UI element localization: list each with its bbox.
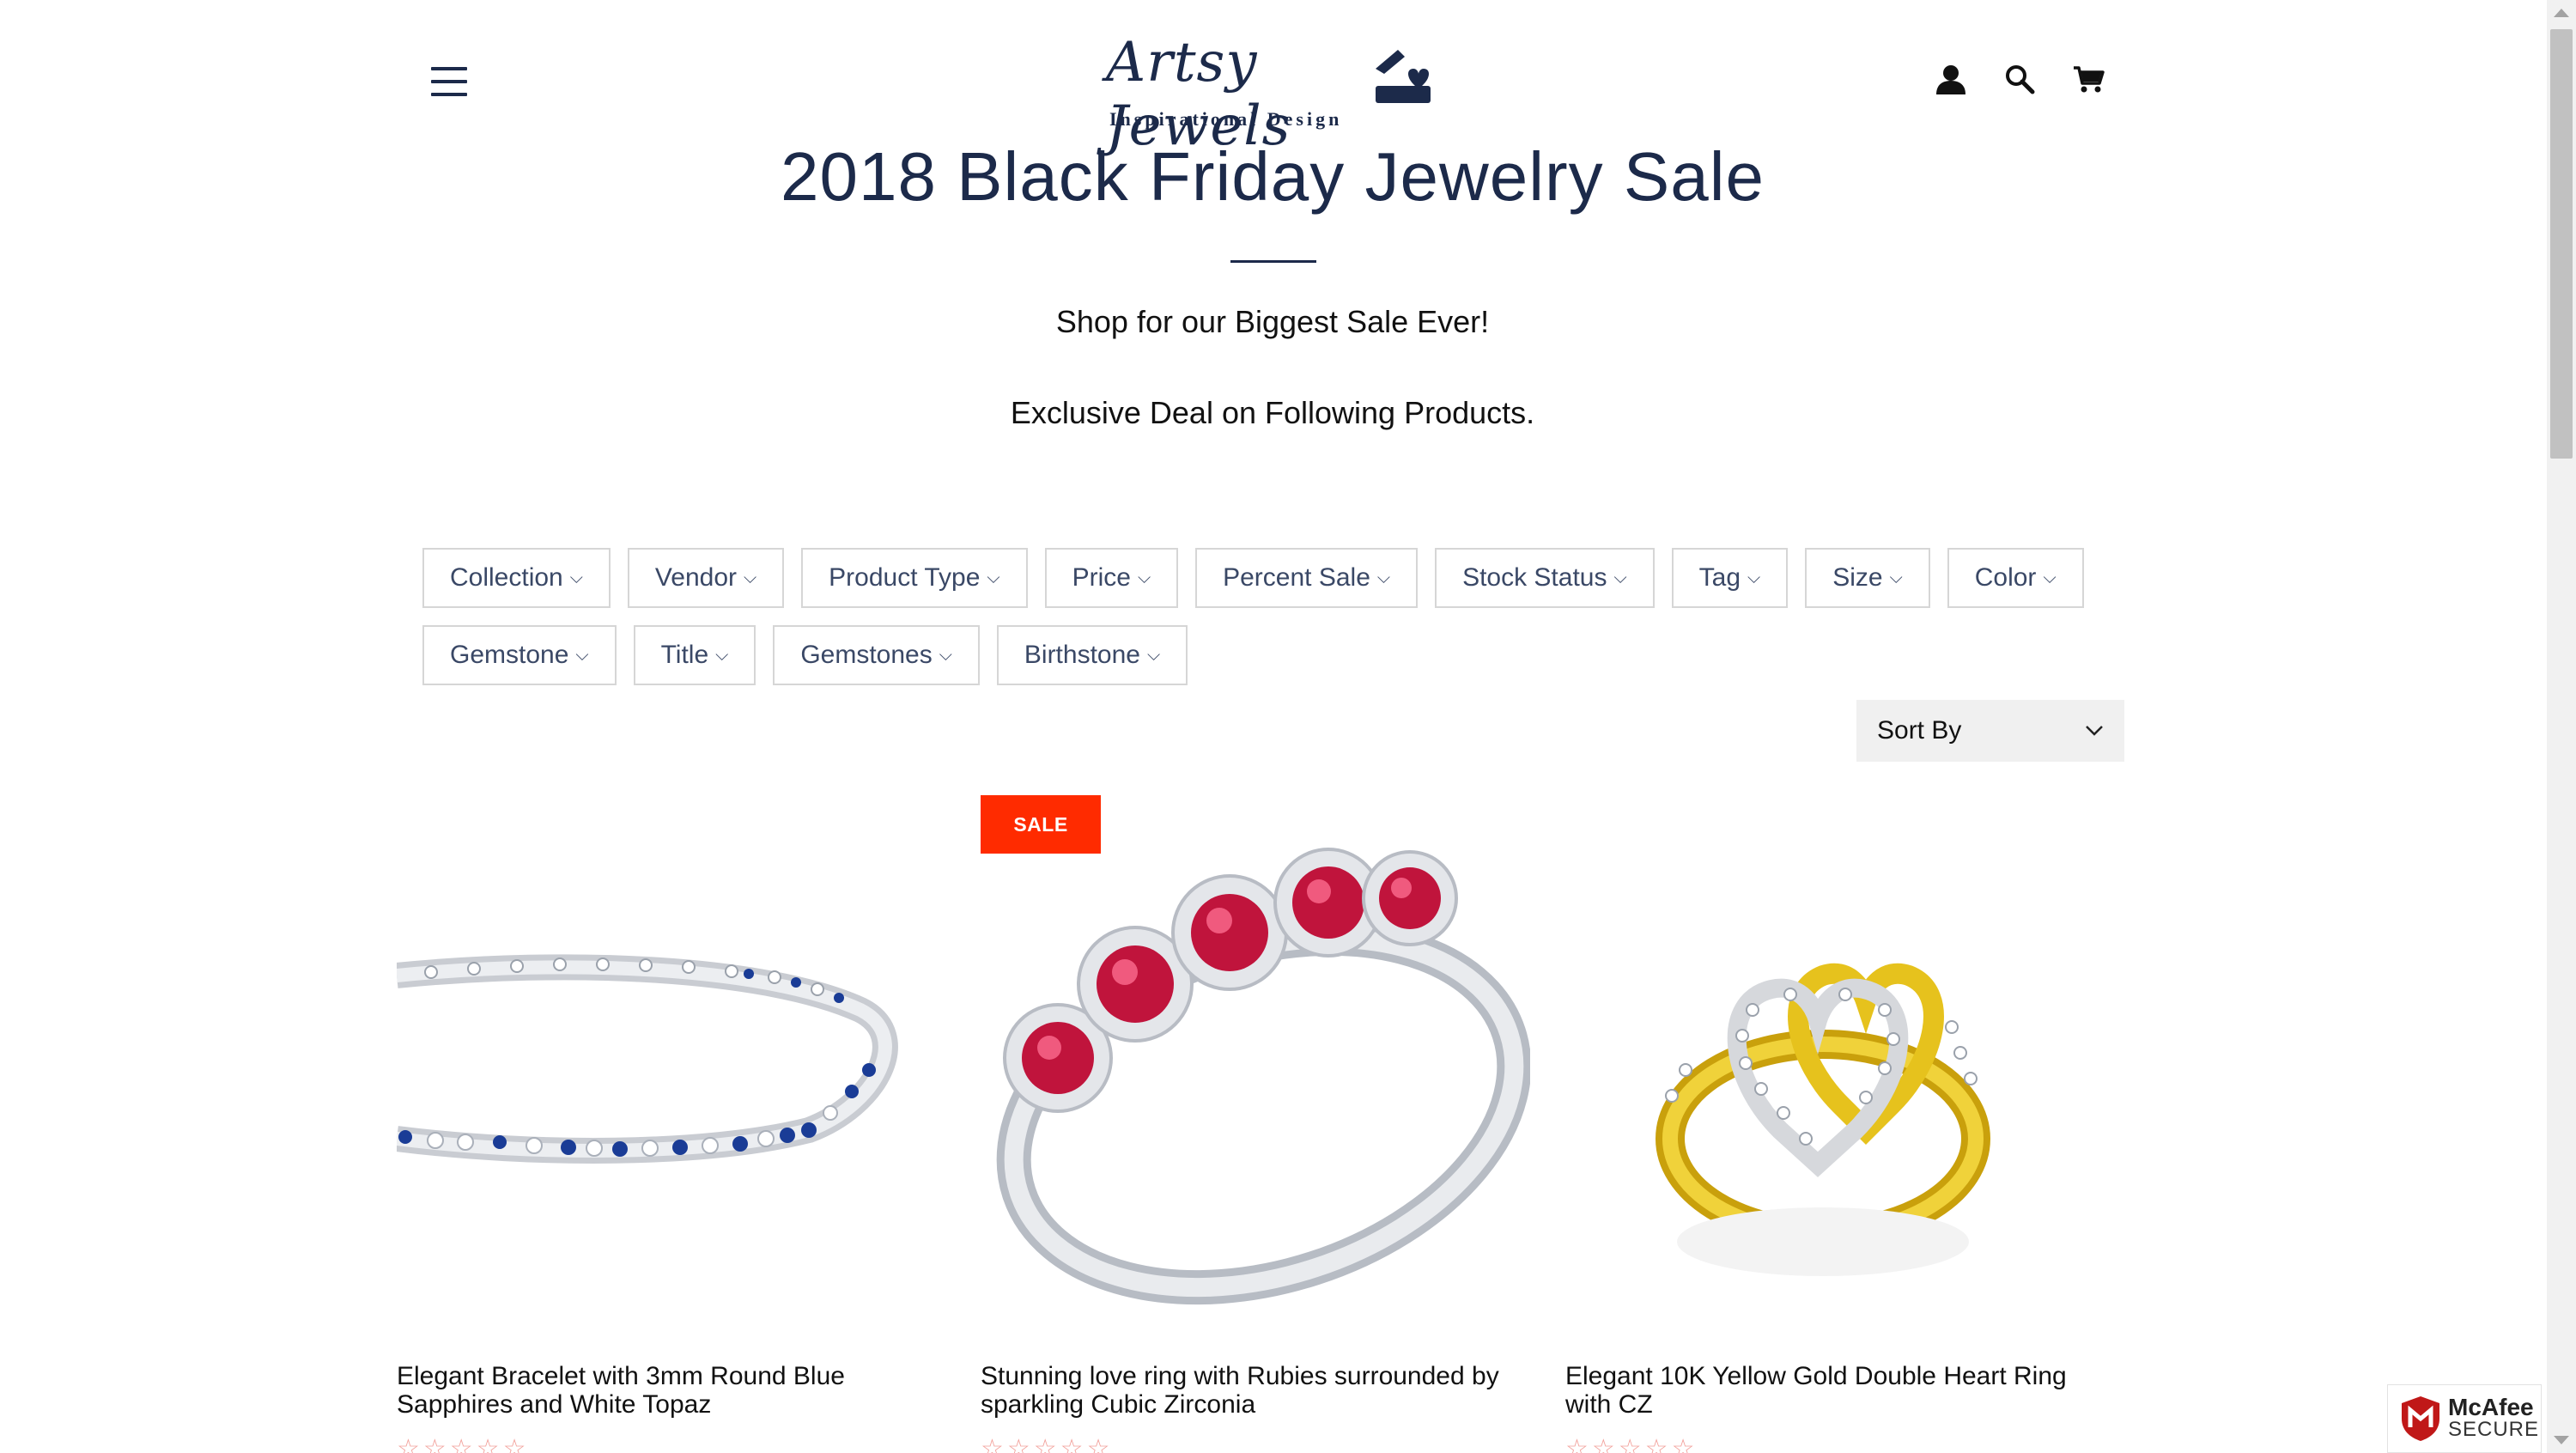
filter-stock-status[interactable]: Stock Status ⌵ xyxy=(1435,548,1655,608)
chevron-down-icon: ⌵ xyxy=(1747,568,1761,587)
filter-percent-sale[interactable]: Percent Sale ⌵ xyxy=(1195,548,1419,608)
filter-price[interactable]: Price ⌵ xyxy=(1044,548,1179,608)
rating-stars: ☆☆☆☆☆ xyxy=(981,1435,1114,1453)
chevron-down-icon: ⌵ xyxy=(939,645,952,665)
filter-label: Stock Status xyxy=(1462,563,1607,592)
cart-icon[interactable] xyxy=(2071,62,2105,96)
product-title[interactable]: Elegant 10K Yellow Gold Double Heart Rin… xyxy=(1565,1362,2098,1419)
chevron-down-icon: ⌵ xyxy=(2043,568,2057,587)
scrollbar-thumb[interactable] xyxy=(2550,29,2573,459)
filter-tag[interactable]: Tag ⌵ xyxy=(1671,548,1789,608)
filter-birthstone[interactable]: Birthstone ⌵ xyxy=(996,625,1188,685)
filter-product-type[interactable]: Product Type ⌵ xyxy=(801,548,1028,608)
filter-size[interactable]: Size ⌵ xyxy=(1805,548,1930,608)
filter-label: Birthstone xyxy=(1024,641,1140,669)
filter-label: Color xyxy=(1974,563,2037,592)
trust-brand: McAfee xyxy=(2448,1394,2534,1420)
chevron-down-icon: ⌵ xyxy=(1613,568,1627,587)
bracelet-image xyxy=(395,954,898,1164)
page-subtitle: Shop for our Biggest Sale Ever! xyxy=(1055,304,1490,339)
filter-label: Vendor xyxy=(654,563,737,592)
filter-label: Gemstone xyxy=(450,641,569,669)
title-divider xyxy=(1230,260,1316,263)
filter-label: Size xyxy=(1832,563,1883,592)
product-image[interactable]: SALE xyxy=(981,795,1532,1328)
filter-label: Gemstones xyxy=(800,641,933,669)
filter-vendor[interactable]: Vendor ⌵ xyxy=(627,548,785,608)
ruby-ring-image xyxy=(996,848,1532,1305)
chevron-down-icon xyxy=(2086,726,2103,736)
account-icon[interactable] xyxy=(1934,62,1968,96)
scroll-up-icon[interactable] xyxy=(2554,9,2569,17)
product-card[interactable]: Elegant 10K Yellow Gold Double Heart Rin… xyxy=(1565,795,2115,1453)
filter-label: Product Type xyxy=(829,563,981,592)
chevron-down-icon: ⌵ xyxy=(1376,568,1391,587)
sort-label: Sort By xyxy=(1877,716,1962,745)
search-icon[interactable] xyxy=(2002,62,2037,96)
logo-tagline: Inspirational Design xyxy=(1109,108,1343,130)
chevron-down-icon: ⌵ xyxy=(575,645,589,665)
chevron-down-icon: ⌵ xyxy=(987,568,1000,587)
product-image[interactable] xyxy=(1565,795,2115,1328)
page-description: Exclusive Deal on Following Products. xyxy=(1010,395,1535,430)
chevron-down-icon: ⌵ xyxy=(744,568,757,587)
site-logo[interactable]: Artsy Jewels Inspirational Design xyxy=(1106,26,1449,158)
filter-label: Collection xyxy=(450,563,563,592)
page-scrollbar[interactable] xyxy=(2547,0,2576,1453)
logo-mark-icon xyxy=(1376,50,1431,103)
heart-ring-image xyxy=(1656,963,1990,1276)
menu-icon[interactable] xyxy=(431,67,467,96)
shield-icon xyxy=(2402,1396,2439,1441)
product-image[interactable] xyxy=(395,795,946,1328)
chevron-down-icon: ⌵ xyxy=(715,645,729,665)
product-card[interactable]: SALE Stunning love ring with Rubies surr… xyxy=(981,795,1532,1453)
filter-label: Tag xyxy=(1698,563,1741,592)
chevron-down-icon: ⌵ xyxy=(1889,568,1903,587)
filter-color[interactable]: Color ⌵ xyxy=(1947,548,2084,608)
rating-stars: ☆☆☆☆☆ xyxy=(1565,1435,1698,1453)
mcafee-secure-badge[interactable]: McAfee SECURE xyxy=(2387,1384,2542,1453)
page-title: 2018 Black Friday Jewelry Sale xyxy=(780,138,1765,215)
product-title[interactable]: Stunning love ring with Rubies surrounde… xyxy=(981,1362,1513,1419)
chevron-down-icon: ⌵ xyxy=(1146,645,1161,665)
filter-gemstones[interactable]: Gemstones ⌵ xyxy=(773,625,980,685)
trust-label: SECURE xyxy=(2448,1418,2540,1441)
product-card[interactable]: Elegant Bracelet with 3mm Round Blue Sap… xyxy=(395,795,946,1453)
sort-select[interactable]: Sort By xyxy=(1856,700,2124,762)
filter-label: Percent Sale xyxy=(1223,563,1370,592)
scroll-down-icon[interactable] xyxy=(2554,1436,2569,1444)
filter-bar: Collection ⌵ Vendor ⌵ Product Type ⌵ Price ⌵… xyxy=(422,548,2131,685)
chevron-down-icon: ⌵ xyxy=(1137,568,1151,587)
filter-title[interactable]: Title ⌵ xyxy=(633,625,756,685)
chevron-down-icon: ⌵ xyxy=(569,568,583,587)
rating-stars: ☆☆☆☆☆ xyxy=(397,1435,530,1453)
filter-label: Price xyxy=(1072,563,1131,592)
filter-collection[interactable]: Collection ⌵ xyxy=(422,548,611,608)
product-title[interactable]: Elegant Bracelet with 3mm Round Blue Sap… xyxy=(397,1362,929,1419)
filter-gemstone[interactable]: Gemstone ⌵ xyxy=(422,625,617,685)
filter-label: Title xyxy=(660,641,709,669)
sale-badge: SALE xyxy=(981,795,1101,854)
